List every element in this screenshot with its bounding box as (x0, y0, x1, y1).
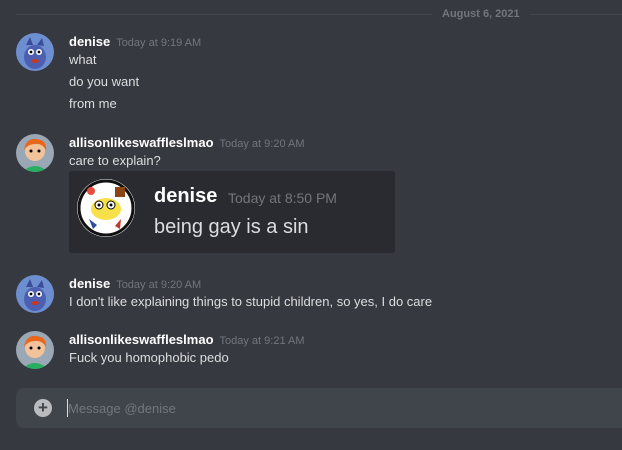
date-divider-line (16, 14, 622, 15)
timestamp: Today at 9:20 AM (219, 138, 305, 150)
timestamp: Today at 9:21 AM (219, 335, 305, 347)
add-attachment-button[interactable]: + (34, 399, 52, 417)
username[interactable]: denise (69, 276, 110, 291)
message-text: care to explain? (69, 153, 161, 168)
username[interactable]: allisonlikeswaffleslmao (69, 332, 214, 347)
embedded-image[interactable]: denise Today at 8:50 PM being gay is a s… (69, 171, 395, 253)
message-header: allisonlikeswaffleslmao Today at 9:20 AM (69, 134, 305, 153)
denise-avatar-icon (16, 33, 54, 71)
allison-avatar-icon (16, 331, 54, 369)
timestamp: Today at 9:20 AM (116, 279, 202, 291)
username[interactable]: denise (69, 34, 110, 49)
embed-timestamp: Today at 8:50 PM (228, 190, 337, 206)
allison-avatar-icon (16, 134, 54, 172)
embed-avatar (77, 179, 135, 237)
username[interactable]: allisonlikeswaffleslmao (69, 135, 214, 150)
message-composer: + (16, 388, 622, 428)
denise-avatar-icon (16, 275, 54, 313)
plus-icon: + (38, 398, 48, 417)
avatar-denise[interactable] (16, 33, 54, 71)
avatar-allison[interactable] (16, 331, 54, 369)
message-header: denise Today at 9:20 AM (69, 275, 201, 294)
message-text: what (69, 52, 97, 67)
message-text: from me (69, 96, 117, 111)
message-text: do you want (69, 74, 140, 89)
message-header: denise Today at 9:19 AM (69, 33, 201, 52)
message-input[interactable] (68, 394, 588, 422)
embed-username: denise (154, 185, 218, 207)
message-text: I don't like explaining things to stupid… (69, 294, 433, 309)
avatar-allison[interactable] (16, 134, 54, 172)
avatar-denise[interactable] (16, 275, 54, 313)
message-text: Fuck you homophobic pedo (69, 350, 229, 365)
timestamp: Today at 9:19 AM (116, 37, 202, 49)
embed-text: being gay is a sin (154, 216, 309, 238)
message-header: allisonlikeswaffleslmao Today at 9:21 AM (69, 331, 305, 350)
embed-avatar-icon (77, 179, 135, 237)
date-divider-label: August 6, 2021 (432, 7, 530, 21)
